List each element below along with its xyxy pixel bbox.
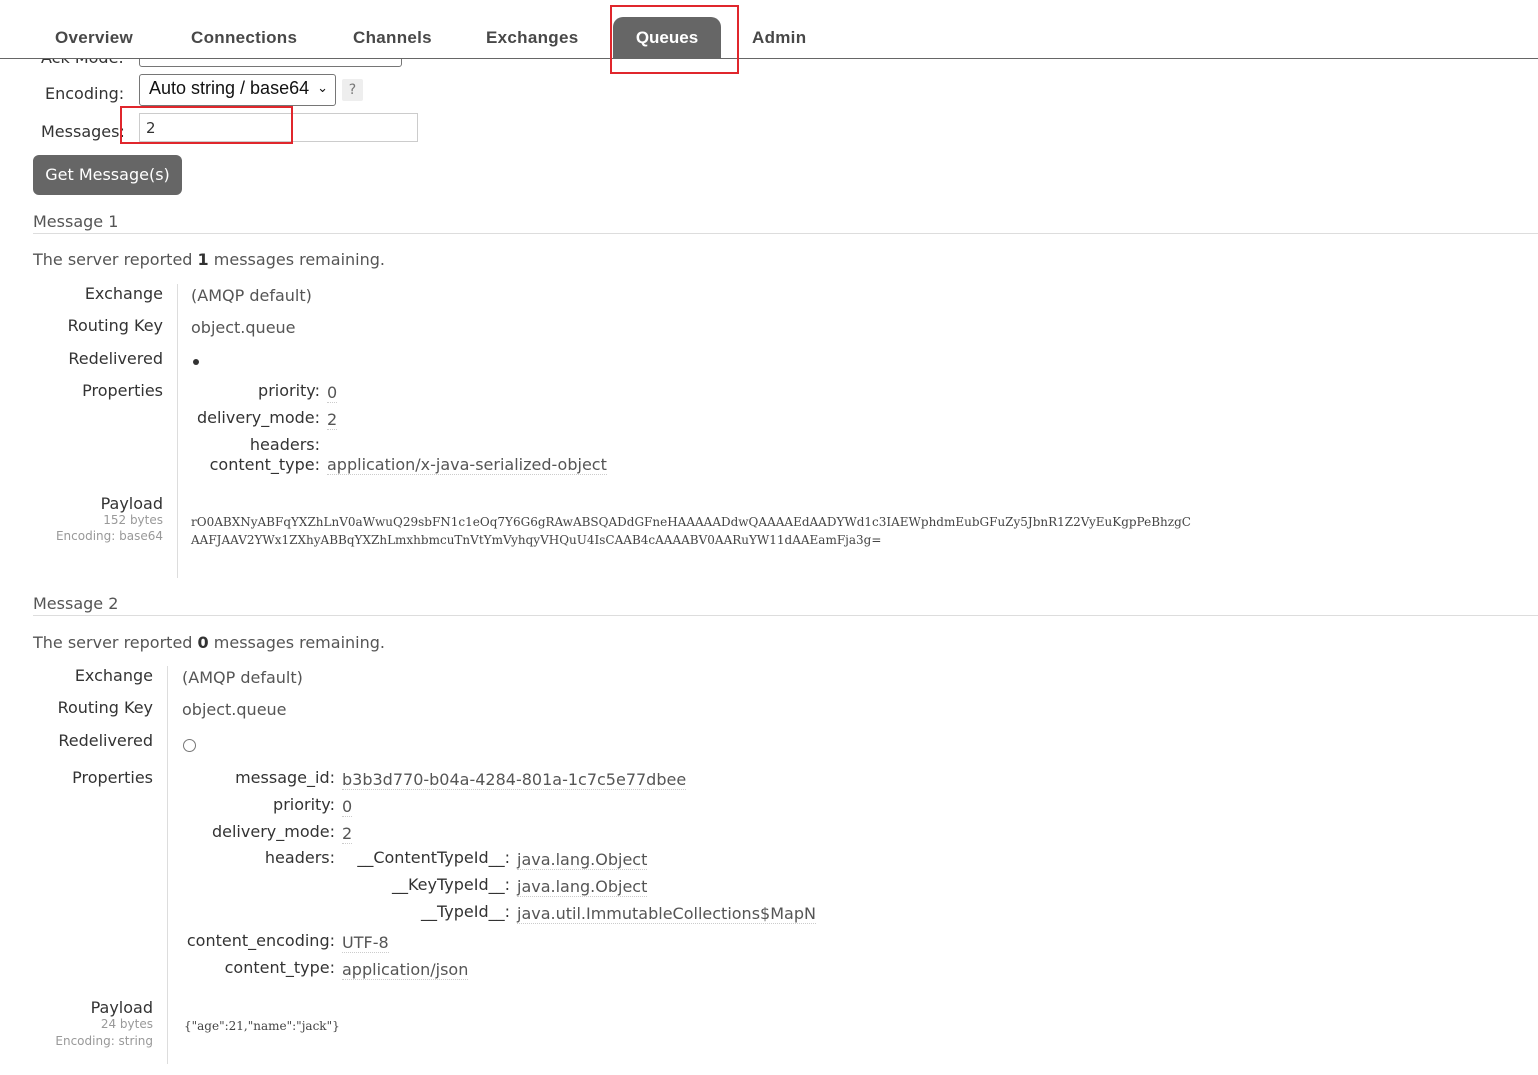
payload-line-2: AAFJAAV2YWx1ZXhyABBqYXZhLmxhbmcuTnVtYmVy… xyxy=(191,533,882,547)
payload-line-1: rO0ABXNyABFqYXZhLnV0aWwuQ29sbFN1c1eOq7Y6… xyxy=(191,515,1191,529)
message-1-server-status: The server reported 1 messages remaining… xyxy=(33,250,385,269)
properties-label: Properties xyxy=(82,381,163,400)
tab-admin[interactable]: Admin xyxy=(752,28,806,48)
server-suffix: messages remaining. xyxy=(213,250,385,269)
highlight-messages-input xyxy=(120,106,293,144)
exchange-label: Exchange xyxy=(84,284,163,303)
ack-mode-select[interactable] xyxy=(139,59,402,67)
payload-line-1: {"age":21,"name":"jack"} xyxy=(184,1019,340,1033)
message-2-divider xyxy=(167,666,168,1064)
remaining-count: 0 xyxy=(197,633,209,652)
prop-value-content-type: application/json xyxy=(342,960,469,980)
encoding-label: Encoding: xyxy=(45,84,125,103)
message-2-rule xyxy=(33,615,1538,616)
header-key-key-type-id: __KeyTypeId__: xyxy=(391,875,510,894)
server-prefix: The server reported xyxy=(33,250,193,269)
prop-key-priority: priority: xyxy=(273,795,335,814)
payload-size: 24 bytes xyxy=(100,1017,153,1031)
message-2-title: Message 2 xyxy=(33,594,119,613)
prop-key-delivery-mode: delivery_mode: xyxy=(196,408,320,427)
prop-value-content-encoding: UTF-8 xyxy=(342,933,389,953)
payload-size: 152 bytes xyxy=(103,513,163,527)
prop-value-delivery-mode: 2 xyxy=(327,410,338,430)
redelivered-label: Redelivered xyxy=(68,349,163,368)
highlight-queues-tab xyxy=(610,5,739,74)
prop-key-delivery-mode: delivery_mode: xyxy=(211,822,335,841)
prop-key-headers: headers: xyxy=(249,435,320,454)
tab-channels[interactable]: Channels xyxy=(353,28,432,48)
prop-key-content-encoding: content_encoding: xyxy=(186,931,335,950)
tab-connections[interactable]: Connections xyxy=(191,28,297,48)
header-key-type-id: __TypeId__: xyxy=(420,902,510,921)
prop-value-content-type: application/x-java-serialized-object xyxy=(327,455,607,475)
prop-value-message-id: b3b3d770-b04a-4284-801a-1c7c5e77dbee xyxy=(342,770,687,790)
header-value-type-id: java.util.ImmutableCollections$MapN xyxy=(517,904,816,924)
redelivered-true-indicator xyxy=(193,359,199,365)
routing-key-label: Routing Key xyxy=(67,316,163,335)
exchange-label: Exchange xyxy=(74,666,153,685)
prop-key-content-type: content_type: xyxy=(209,455,320,474)
payload-encoding: Encoding: string xyxy=(55,1034,153,1048)
prop-key-content-type: content_type: xyxy=(224,958,335,977)
prop-key-headers: headers: xyxy=(264,848,335,867)
server-prefix: The server reported xyxy=(33,633,193,652)
message-1-divider xyxy=(177,284,178,578)
header-value-key-type-id: java.lang.Object xyxy=(517,877,648,897)
message-2-server-status: The server reported 0 messages remaining… xyxy=(33,633,385,652)
get-messages-button[interactable]: Get Message(s) xyxy=(33,155,182,195)
header-value-content-type-id: java.lang.Object xyxy=(517,850,648,870)
payload-label: Payload xyxy=(100,494,163,513)
payload-label: Payload xyxy=(90,998,153,1017)
messages-label: Messages: xyxy=(41,122,125,141)
encoding-value: Auto string / base64 xyxy=(149,78,310,98)
message-1-title: Message 1 xyxy=(33,212,119,231)
tab-exchanges[interactable]: Exchanges xyxy=(486,28,578,48)
prop-key-message-id: message_id: xyxy=(235,768,335,787)
server-suffix: messages remaining. xyxy=(213,633,385,652)
ack-mode-label: Ack Mode: xyxy=(41,59,124,67)
exchange-value: (AMQP default) xyxy=(191,286,312,305)
routing-key-value: object.queue xyxy=(191,318,296,337)
chevron-down-icon: ⌄ xyxy=(317,80,328,95)
remaining-count: 1 xyxy=(197,250,209,269)
ack-mode-row-clipped: Ack Mode: xyxy=(0,59,420,69)
routing-key-label: Routing Key xyxy=(57,698,153,717)
redelivered-false-indicator xyxy=(183,739,196,752)
properties-label: Properties xyxy=(72,768,153,787)
redelivered-label: Redelivered xyxy=(58,731,153,750)
routing-key-value: object.queue xyxy=(182,700,287,719)
prop-value-priority: 0 xyxy=(327,383,338,403)
message-1-rule xyxy=(33,233,1538,234)
payload-encoding: Encoding: base64 xyxy=(55,529,163,543)
tab-overview[interactable]: Overview xyxy=(55,28,133,48)
help-icon[interactable]: ? xyxy=(342,79,363,101)
prop-key-priority: priority: xyxy=(258,381,320,400)
prop-value-delivery-mode: 2 xyxy=(342,824,353,844)
header-key-content-type-id: __ContentTypeId__: xyxy=(357,848,510,867)
prop-value-priority: 0 xyxy=(342,797,353,817)
exchange-value: (AMQP default) xyxy=(182,668,303,687)
encoding-select[interactable]: Auto string / base64 ⌄ xyxy=(139,74,336,106)
